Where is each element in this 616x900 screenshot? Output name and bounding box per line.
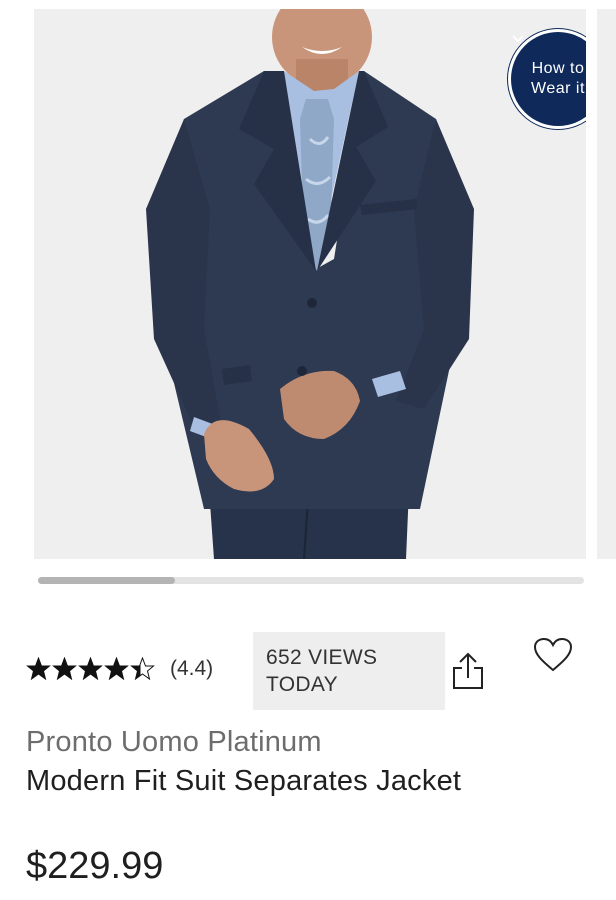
suit-model-illustration — [146, 9, 474, 559]
brand-name[interactable]: Pronto Uomo Platinum — [26, 726, 322, 759]
carousel-scroll-thumb[interactable] — [38, 577, 175, 584]
product-image[interactable]: How to Wear it — [34, 9, 586, 559]
views-badge: 652 VIEWS TODAY — [253, 632, 445, 710]
views-period: TODAY — [266, 673, 338, 696]
star-icon — [26, 657, 51, 681]
rating-value: (4.4) — [170, 657, 214, 680]
how-to-wear-line2: Wear it — [531, 80, 585, 97]
star-icon — [78, 657, 103, 681]
image-carousel[interactable]: How to Wear it — [0, 0, 616, 570]
chevron-down-icon — [512, 35, 524, 43]
views-count: 652 VIEWS — [266, 646, 378, 669]
star-icon — [130, 657, 155, 681]
product-page: How to Wear it (4.4) 652 VIEWS TODAY Pro… — [0, 0, 616, 900]
product-title: Modern Fit Suit Separates Jacket — [26, 765, 462, 797]
star-icon — [52, 657, 77, 681]
star-icon — [104, 657, 129, 681]
share-icon[interactable] — [450, 650, 486, 692]
rating[interactable]: (4.4) — [26, 655, 213, 683]
heart-icon[interactable] — [533, 637, 573, 673]
how-to-wear-line1: How to — [531, 60, 585, 77]
product-price: $229.99 — [26, 845, 164, 887]
next-image-peek[interactable] — [597, 9, 616, 559]
star-rating — [26, 657, 156, 681]
carousel-scrollbar[interactable] — [38, 577, 584, 584]
